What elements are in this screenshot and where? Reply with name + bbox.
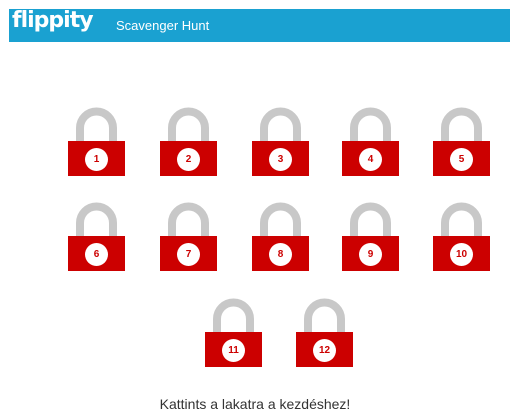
padlock-number: 5 xyxy=(458,154,465,165)
padlock-number: 7 xyxy=(185,249,192,260)
instruction-text: Kattints a lakatra a kezdéshez! xyxy=(159,396,351,412)
padlock-number: 8 xyxy=(277,249,284,260)
padlock-number: 3 xyxy=(277,154,284,165)
padlock-5[interactable]: 5 xyxy=(433,106,490,176)
padlock-2[interactable]: 2 xyxy=(160,106,217,176)
padlock-6[interactable]: 6 xyxy=(68,201,125,271)
padlock-7[interactable]: 7 xyxy=(160,201,217,271)
padlock-number: 4 xyxy=(367,154,374,165)
padlock-number: 1 xyxy=(93,154,100,165)
padlock-1[interactable]: 1 xyxy=(68,106,125,176)
padlock-8[interactable]: 8 xyxy=(252,201,309,271)
padlock-number: 11 xyxy=(228,345,239,356)
padlock-number: 9 xyxy=(367,249,374,260)
padlock-9[interactable]: 9 xyxy=(342,201,399,271)
flippity-logo[interactable]: flippity xyxy=(12,8,94,33)
padlock-12[interactable]: 12 xyxy=(296,297,353,367)
padlock-number: 2 xyxy=(185,154,192,165)
padlock-number: 10 xyxy=(455,249,468,260)
padlock-11[interactable]: 11 xyxy=(205,297,262,367)
padlock-10[interactable]: 10 xyxy=(433,201,490,271)
padlock-number: 6 xyxy=(93,249,100,260)
padlock-3[interactable]: 3 xyxy=(252,106,309,176)
app-title: Scavenger Hunt xyxy=(116,18,210,33)
app-header: flippity Scavenger Hunt xyxy=(9,8,510,42)
padlock-number: 12 xyxy=(318,345,331,356)
padlock-4[interactable]: 4 xyxy=(342,106,399,176)
